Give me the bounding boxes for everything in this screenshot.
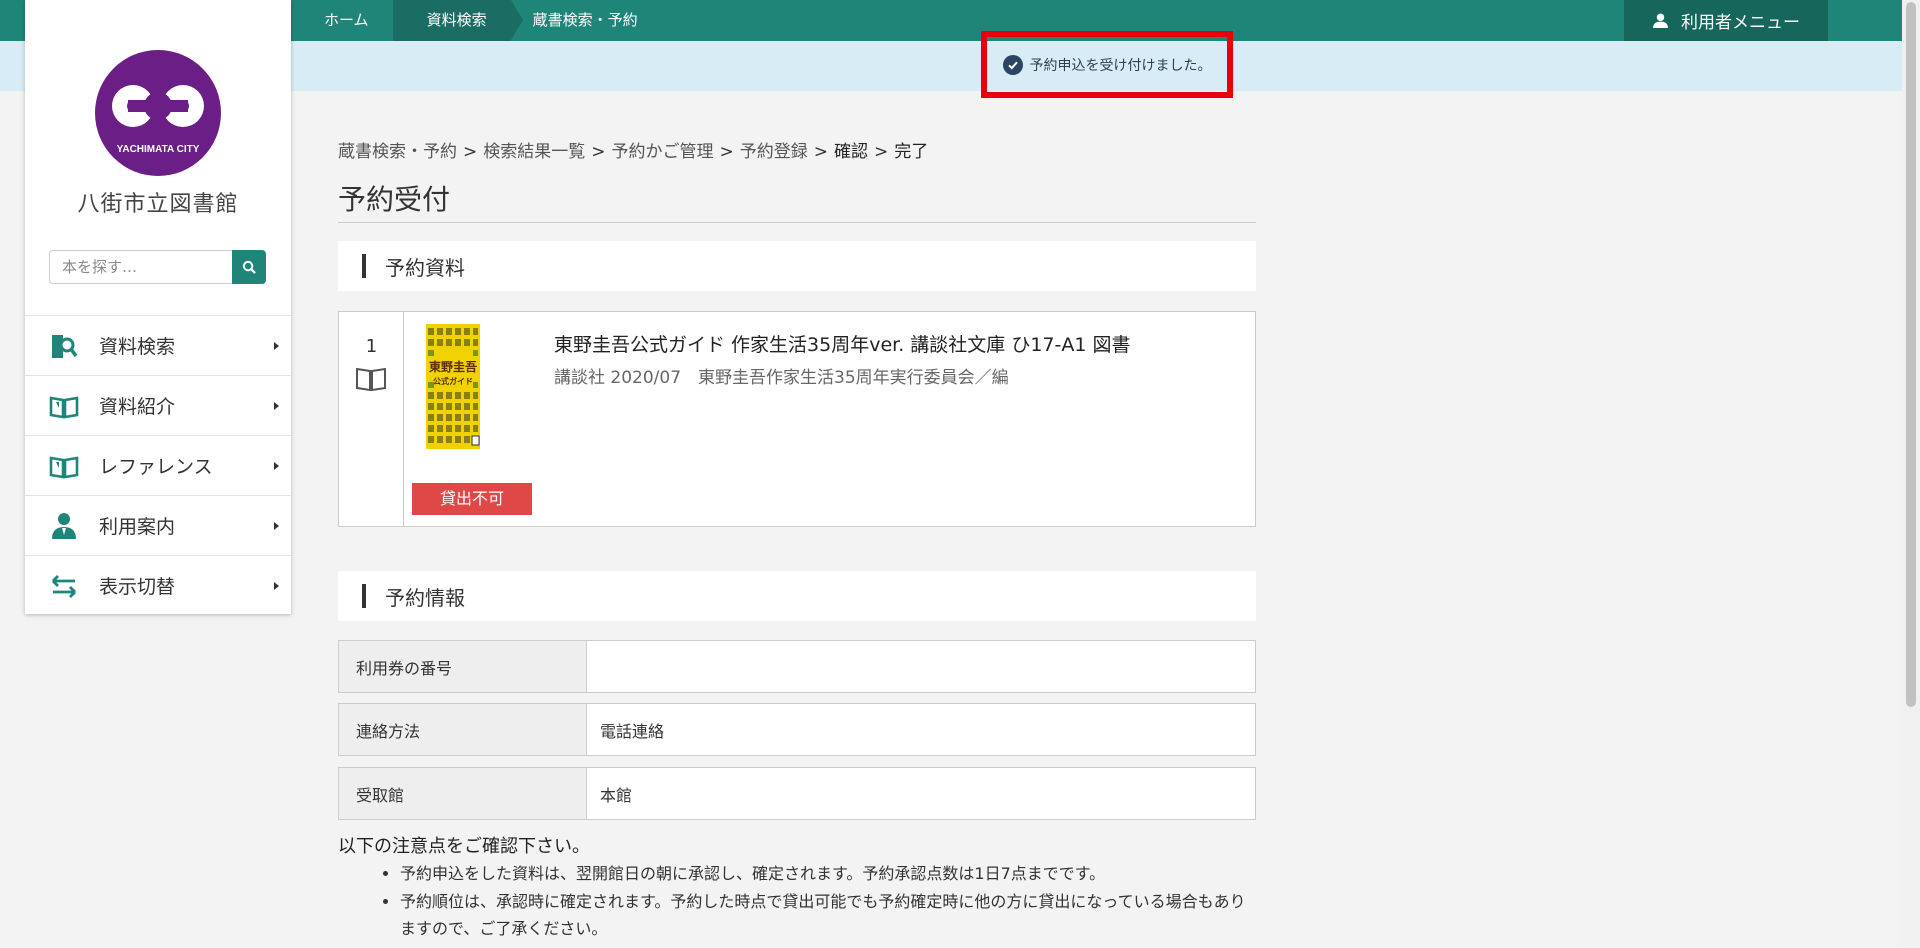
topnav-search-link[interactable]: 資料検索 — [392, 0, 523, 41]
sidebar-item-label: レファレンス — [99, 456, 213, 478]
note-item: 予約順位は、承認時に確定されます。予約した時点で貸出可能でも予約確定時に他の方に… — [400, 888, 1250, 942]
info-row-pickup-library: 受取館 本館 — [338, 767, 1256, 820]
notes-heading: 以下の注意点をご確認下さい。 — [338, 836, 590, 857]
breadcrumb-results-link[interactable]: 検索結果一覧 — [483, 142, 585, 162]
sidebar-search — [49, 250, 266, 284]
book-cover-image[interactable]: 東野圭吾 公式ガイド — [426, 324, 480, 449]
breadcrumb-basket-link[interactable]: 予約かご管理 — [612, 142, 714, 162]
search-book-icon — [52, 334, 78, 358]
breadcrumb-catalog-link[interactable]: 蔵書検索・予約 — [338, 142, 457, 162]
chevron-right-icon — [274, 462, 279, 470]
sidebar-item-label: 資料紹介 — [99, 396, 176, 418]
status-badge: 貸出不可 — [412, 483, 532, 515]
info-value — [587, 641, 1255, 692]
info-label: 利用券の番号 — [339, 641, 587, 692]
sidebar-item-display-switch[interactable]: 表示切替 — [25, 555, 291, 615]
page-title: 予約受付 — [338, 178, 1256, 223]
cover-subtitle: 公式ガイド — [433, 377, 473, 386]
item-number-column: 1 — [339, 312, 404, 526]
topnav-catalog-link[interactable]: 蔵書検索・予約 — [511, 0, 662, 41]
user-icon — [1653, 13, 1668, 28]
chevron-right-icon — [274, 342, 279, 350]
info-value: 本館 — [600, 785, 633, 805]
vertical-scrollbar[interactable] — [1902, 0, 1920, 948]
sidebar: YACHIMATA CITY 八街市立図書館 資料検索 資料紹介 レファレンス … — [25, 0, 291, 614]
info-row-contact-method: 連絡方法 電話連絡 — [338, 703, 1256, 756]
sidebar-item-usage-guide[interactable]: 利用案内 — [25, 495, 291, 555]
user-menu-label: 利用者メニュー — [1681, 13, 1800, 33]
top-breadcrumb-nav: ホーム 資料検索 蔵書検索・予約 — [290, 0, 662, 41]
item-number: 1 — [365, 336, 378, 357]
user-menu-button[interactable]: 利用者メニュー — [1624, 0, 1828, 41]
item-meta: 講談社 2020/07 東野圭吾作家生活35周年実行委員会／編 — [554, 368, 1009, 388]
cover-title: 東野圭吾 — [428, 360, 477, 374]
logo-emblem-icon: YACHIMATA CITY — [112, 85, 204, 155]
search-button[interactable] — [232, 250, 266, 284]
reservation-success-message: 予約申込を受け付けました。 — [981, 31, 1233, 98]
breadcrumb-separator: > — [813, 142, 828, 162]
chevron-right-icon — [274, 522, 279, 530]
chevron-right-icon — [274, 582, 279, 590]
reserved-materials-heading: 予約資料 — [338, 241, 1256, 291]
breadcrumb-register-link[interactable]: 予約登録 — [740, 142, 808, 162]
info-label: 連絡方法 — [339, 704, 587, 755]
sidebar-item-label: 表示切替 — [99, 576, 176, 598]
breadcrumb-complete: 完了 — [894, 142, 929, 162]
notes-list: 予約申込をした資料は、翌開館日の朝に承認し、確定されます。予約承認点数は1日7点… — [400, 860, 1250, 943]
breadcrumb: 蔵書検索・予約 > 検索結果一覧 > 予約かご管理 > 予約登録 > 確認 > 完了 — [338, 137, 928, 162]
library-name: 八街市立図書館 — [77, 192, 239, 217]
book-search-input[interactable] — [49, 250, 232, 284]
search-icon — [242, 260, 256, 274]
reserved-item: 1 東野圭吾 公式ガイド 貸出不可 東野圭吾公式ガイド 作家生活35周年ver.… — [338, 311, 1256, 527]
note-item: 予約申込をした資料は、翌開館日の朝に承認し、確定されます。予約承認点数は1日7点… — [400, 860, 1250, 887]
breadcrumb-separator: > — [463, 142, 478, 162]
swap-arrows-icon — [52, 574, 76, 598]
sidebar-item-reference[interactable]: レファレンス — [25, 435, 291, 495]
person-icon — [52, 512, 76, 539]
item-title-link[interactable]: 東野圭吾公式ガイド 作家生活35周年ver. 講談社文庫 ひ17-A1 図書 — [554, 330, 1131, 357]
sidebar-item-label: 資料検索 — [99, 336, 176, 358]
open-book-icon — [49, 455, 79, 479]
open-book-icon — [49, 395, 79, 419]
library-logo[interactable]: YACHIMATA CITY — [95, 50, 221, 176]
notice-text: 予約申込を受け付けました。 — [1029, 57, 1212, 74]
chevron-right-icon — [274, 402, 279, 410]
breadcrumb-separator: > — [874, 142, 889, 162]
sidebar-menu: 資料検索 資料紹介 レファレンス 利用案内 表示切替 — [25, 315, 291, 615]
book-icon — [356, 367, 386, 392]
info-value: 電話連絡 — [600, 721, 665, 741]
breadcrumb-confirm: 確認 — [834, 142, 868, 162]
breadcrumb-separator: > — [719, 142, 734, 162]
topnav-home-link[interactable]: ホーム — [290, 0, 393, 41]
reservation-info-heading: 予約情報 — [338, 571, 1256, 621]
sidebar-item-label: 利用案内 — [99, 516, 176, 538]
sidebar-item-material-search[interactable]: 資料検索 — [25, 315, 291, 375]
sidebar-item-material-intro[interactable]: 資料紹介 — [25, 375, 291, 435]
logo-text: YACHIMATA CITY — [117, 144, 200, 155]
breadcrumb-separator: > — [591, 142, 606, 162]
scrollbar-thumb[interactable] — [1906, 2, 1916, 707]
info-row-card-number: 利用券の番号 — [338, 640, 1256, 693]
check-circle-icon — [1002, 54, 1023, 75]
info-label: 受取館 — [339, 768, 587, 819]
